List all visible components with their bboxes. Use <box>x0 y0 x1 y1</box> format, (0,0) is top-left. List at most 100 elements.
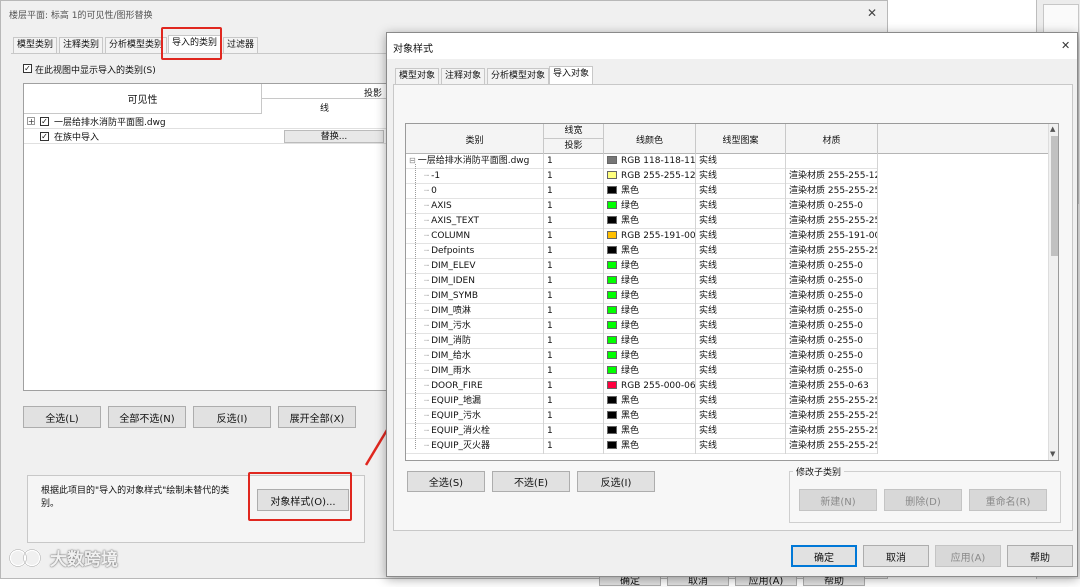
cell-material[interactable]: 渲染材质 255-255-255 <box>786 394 878 409</box>
table-row[interactable]: ┈ Defpoints 1 黑色 实线 渲染材质 255-255-255 <box>406 244 878 259</box>
cell-line-color[interactable]: RGB 255-255-127 <box>604 169 696 184</box>
scroll-thumb[interactable] <box>1051 136 1058 256</box>
new-subcategory-button[interactable]: 新建(N) <box>799 489 877 511</box>
cell-line-weight[interactable]: 1 <box>544 334 604 349</box>
cell-line-pattern[interactable]: 实线 <box>696 379 786 394</box>
cell-material[interactable]: 渲染材质 0-255-0 <box>786 259 878 274</box>
cell-line-pattern[interactable]: 实线 <box>696 319 786 334</box>
cell-line-color[interactable]: 黑色 <box>604 184 696 199</box>
cell-line-weight[interactable]: 1 <box>544 214 604 229</box>
vertical-scrollbar[interactable]: ▲ ▼ <box>1048 124 1058 460</box>
tab-model-objects[interactable]: 模型对象 <box>395 68 440 84</box>
close-icon[interactable]: ✕ <box>867 6 877 20</box>
cell-category[interactable]: ⊟ 一层给排水消防平面图.dwg <box>406 154 544 169</box>
cell-line-weight[interactable]: 1 <box>544 244 604 259</box>
invert-selection-button[interactable]: 反选(I) <box>577 471 655 492</box>
cell-material[interactable]: 渲染材质 255-255-127 <box>786 169 878 184</box>
cell-line-weight[interactable]: 1 <box>544 289 604 304</box>
cell-line-pattern[interactable]: 实线 <box>696 409 786 424</box>
cell-line-weight[interactable]: 1 <box>544 364 604 379</box>
cell-line-weight[interactable]: 1 <box>544 304 604 319</box>
select-all-button[interactable]: 全选(S) <box>407 471 485 492</box>
cell-line-pattern[interactable]: 实线 <box>696 169 786 184</box>
expand-icon[interactable]: + <box>27 117 35 126</box>
cell-material[interactable]: 渲染材质 0-255-0 <box>786 319 878 334</box>
row-family-checkbox[interactable]: ✓ <box>40 132 49 141</box>
cell-material[interactable]: 渲染材质 255-255-255 <box>786 409 878 424</box>
cell-line-color[interactable]: 绿色 <box>604 199 696 214</box>
cell-material[interactable]: 渲染材质 255-255-255 <box>786 439 878 454</box>
cell-category[interactable]: ┈ DIM_喷淋 <box>406 304 544 319</box>
cell-line-weight[interactable]: 1 <box>544 424 604 439</box>
table-row[interactable]: ┈ DIM_污水 1 绿色 实线 渲染材质 0-255-0 <box>406 319 878 334</box>
row-dwg[interactable]: + ✓ 一层给排水消防平面图.dwg <box>24 115 390 129</box>
cell-line-color[interactable]: 绿色 <box>604 274 696 289</box>
cell-line-color[interactable]: 黑色 <box>604 394 696 409</box>
cell-line-color[interactable]: 黑色 <box>604 214 696 229</box>
table-row[interactable]: ┈ AXIS_TEXT 1 黑色 实线 渲染材质 255-255-255 <box>406 214 878 229</box>
cell-line-weight[interactable]: 1 <box>544 319 604 334</box>
cell-line-pattern[interactable]: 实线 <box>696 364 786 379</box>
cell-line-weight[interactable]: 1 <box>544 229 604 244</box>
cell-line-color[interactable]: RGB 255-191-000 <box>604 229 696 244</box>
tab-annotation-objects[interactable]: 注释对象 <box>441 68 486 84</box>
cell-material[interactable]: 渲染材质 255-255-255 <box>786 244 878 259</box>
cell-line-weight[interactable]: 1 <box>544 199 604 214</box>
cell-line-color[interactable]: 绿色 <box>604 334 696 349</box>
table-row[interactable]: ┈ DIM_给水 1 绿色 实线 渲染材质 0-255-0 <box>406 349 878 364</box>
cell-line-color[interactable]: 绿色 <box>604 304 696 319</box>
invert-selection-button[interactable]: 反选(I) <box>193 406 271 428</box>
cell-line-pattern[interactable]: 实线 <box>696 199 786 214</box>
table-row[interactable]: ┈ DOOR_FIRE 1 RGB 255-000-063 实线 渲染材质 255-0-6… <box>406 379 878 394</box>
cell-line-pattern[interactable]: 实线 <box>696 229 786 244</box>
table-row[interactable]: ┈ EQUIP_污水 1 黑色 实线 渲染材质 255-255-255 <box>406 409 878 424</box>
table-row[interactable]: ┈ EQUIP_消火栓 1 黑色 实线 渲染材质 255-255-255 <box>406 424 878 439</box>
cancel-button[interactable]: 取消 <box>863 545 929 567</box>
cell-line-color[interactable]: 黑色 <box>604 244 696 259</box>
cell-category[interactable]: ┈ DIM_IDEN <box>406 274 544 289</box>
cell-line-weight[interactable]: 1 <box>544 169 604 184</box>
cell-category[interactable]: ┈ DIM_消防 <box>406 334 544 349</box>
tab-imported-objects[interactable]: 导入对象 <box>549 66 594 84</box>
cell-line-color[interactable]: 绿色 <box>604 289 696 304</box>
cell-line-pattern[interactable]: 实线 <box>696 154 786 169</box>
scroll-down-icon[interactable]: ▼ <box>1050 450 1055 458</box>
cell-line-pattern[interactable]: 实线 <box>696 304 786 319</box>
cell-line-color[interactable]: RGB 255-000-063 <box>604 379 696 394</box>
cell-material[interactable]: 渲染材质 255-191-000 <box>786 229 878 244</box>
table-row[interactable]: ┈ DIM_消防 1 绿色 实线 渲染材质 0-255-0 <box>406 334 878 349</box>
cell-line-weight[interactable]: 1 <box>544 439 604 454</box>
cell-material[interactable]: 渲染材质 255-255-255 <box>786 214 878 229</box>
table-row[interactable]: ┈ EQUIP_地漏 1 黑色 实线 渲染材质 255-255-255 <box>406 394 878 409</box>
select-none-button[interactable]: 全部不选(N) <box>108 406 186 428</box>
select-none-button[interactable]: 不选(E) <box>492 471 570 492</box>
cell-line-weight[interactable]: 1 <box>544 379 604 394</box>
cell-material[interactable]: 渲染材质 0-255-0 <box>786 349 878 364</box>
cell-line-weight[interactable]: 1 <box>544 349 604 364</box>
cell-category[interactable]: ┈ DIM_ELEV <box>406 259 544 274</box>
cell-line-pattern[interactable]: 实线 <box>696 439 786 454</box>
select-all-button[interactable]: 全选(L) <box>23 406 101 428</box>
cell-line-color[interactable]: 绿色 <box>604 319 696 334</box>
show-imported-checkbox[interactable]: ✓ <box>23 64 32 73</box>
cell-line-weight[interactable]: 1 <box>544 184 604 199</box>
tab-model-categories[interactable]: 模型类别 <box>13 37 58 53</box>
table-row[interactable]: ┈ AXIS 1 绿色 实线 渲染材质 0-255-0 <box>406 199 878 214</box>
cell-category[interactable]: ┈ DOOR_FIRE <box>406 379 544 394</box>
cell-line-pattern[interactable]: 实线 <box>696 394 786 409</box>
cell-line-pattern[interactable]: 实线 <box>696 334 786 349</box>
cell-material[interactable]: 渲染材质 0-255-0 <box>786 199 878 214</box>
close-icon[interactable]: ✕ <box>1061 39 1070 52</box>
table-row[interactable]: ┈ -1 1 RGB 255-255-127 实线 渲染材质 255-255-127 <box>406 169 878 184</box>
cell-category[interactable]: ┈ EQUIP_消火栓 <box>406 424 544 439</box>
cell-category[interactable]: ┈ DIM_污水 <box>406 319 544 334</box>
cell-category[interactable]: ┈ -1 <box>406 169 544 184</box>
cell-category[interactable]: ┈ EQUIP_地漏 <box>406 394 544 409</box>
cell-line-pattern[interactable]: 实线 <box>696 349 786 364</box>
ok-button[interactable]: 确定 <box>791 545 857 567</box>
cell-line-color[interactable]: 绿色 <box>604 364 696 379</box>
cell-category[interactable]: ┈ COLUMN <box>406 229 544 244</box>
rename-subcategory-button[interactable]: 重命名(R) <box>969 489 1047 511</box>
tab-analytical-objects[interactable]: 分析模型对象 <box>487 68 550 84</box>
cell-category[interactable]: ┈ DIM_给水 <box>406 349 544 364</box>
